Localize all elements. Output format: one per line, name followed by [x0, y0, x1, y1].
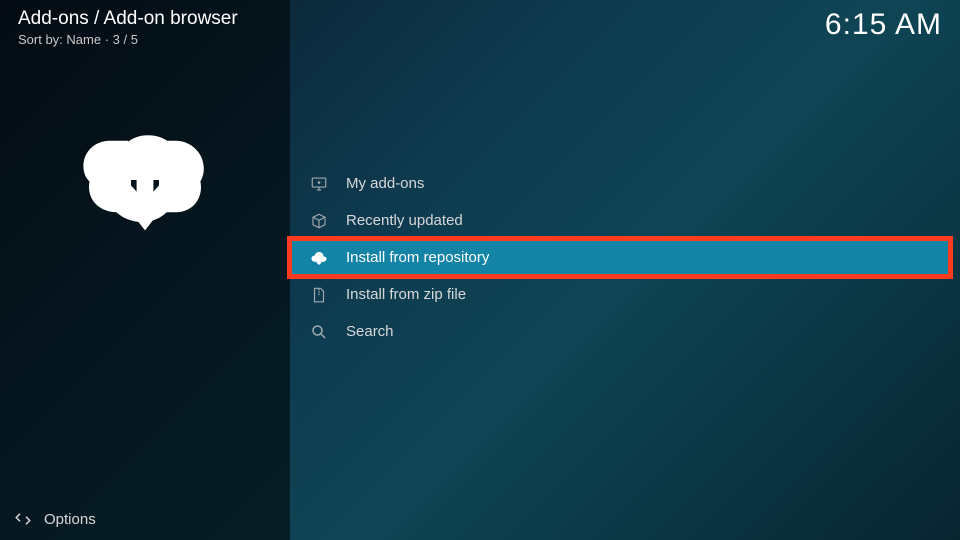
breadcrumb: Add-ons / Add-on browser Sort by: Name ·…	[18, 8, 238, 47]
menu-item-install-from-repository[interactable]: Install from repository	[290, 239, 950, 276]
header: Add-ons / Add-on browser Sort by: Name ·…	[18, 8, 942, 47]
menu-item-search[interactable]: Search	[290, 313, 950, 350]
pagination: 3 / 5	[113, 32, 138, 47]
menu-item-label: Search	[346, 323, 394, 340]
footer[interactable]: Options	[14, 510, 96, 528]
box-icon	[310, 212, 328, 230]
menu-item-my-addons[interactable]: My add-ons	[290, 165, 950, 202]
footer-label: Options	[44, 511, 96, 528]
menu-item-install-from-zip[interactable]: Install from zip file	[290, 276, 950, 313]
sort-info: Sort by: Name · 3 / 5	[18, 32, 238, 47]
sidebar	[0, 0, 290, 540]
menu-item-label: Install from zip file	[346, 286, 466, 303]
menu-item-label: Recently updated	[346, 212, 463, 229]
monitor-icon	[310, 175, 328, 193]
menu-list: My add-ons Recently updated Install from…	[290, 165, 950, 350]
clock: 6:15 AM	[825, 8, 942, 42]
sort-label: Sort by: Name	[18, 32, 101, 47]
zip-file-icon	[310, 286, 328, 304]
menu-item-label: Install from repository	[346, 249, 489, 266]
menu-item-recently-updated[interactable]: Recently updated	[290, 202, 950, 239]
page-title: Add-ons / Add-on browser	[18, 8, 238, 30]
options-icon	[14, 510, 32, 528]
search-icon	[310, 323, 328, 341]
cloud-install-icon	[310, 249, 328, 267]
cloud-download-icon	[75, 110, 215, 250]
menu-item-label: My add-ons	[346, 175, 424, 192]
